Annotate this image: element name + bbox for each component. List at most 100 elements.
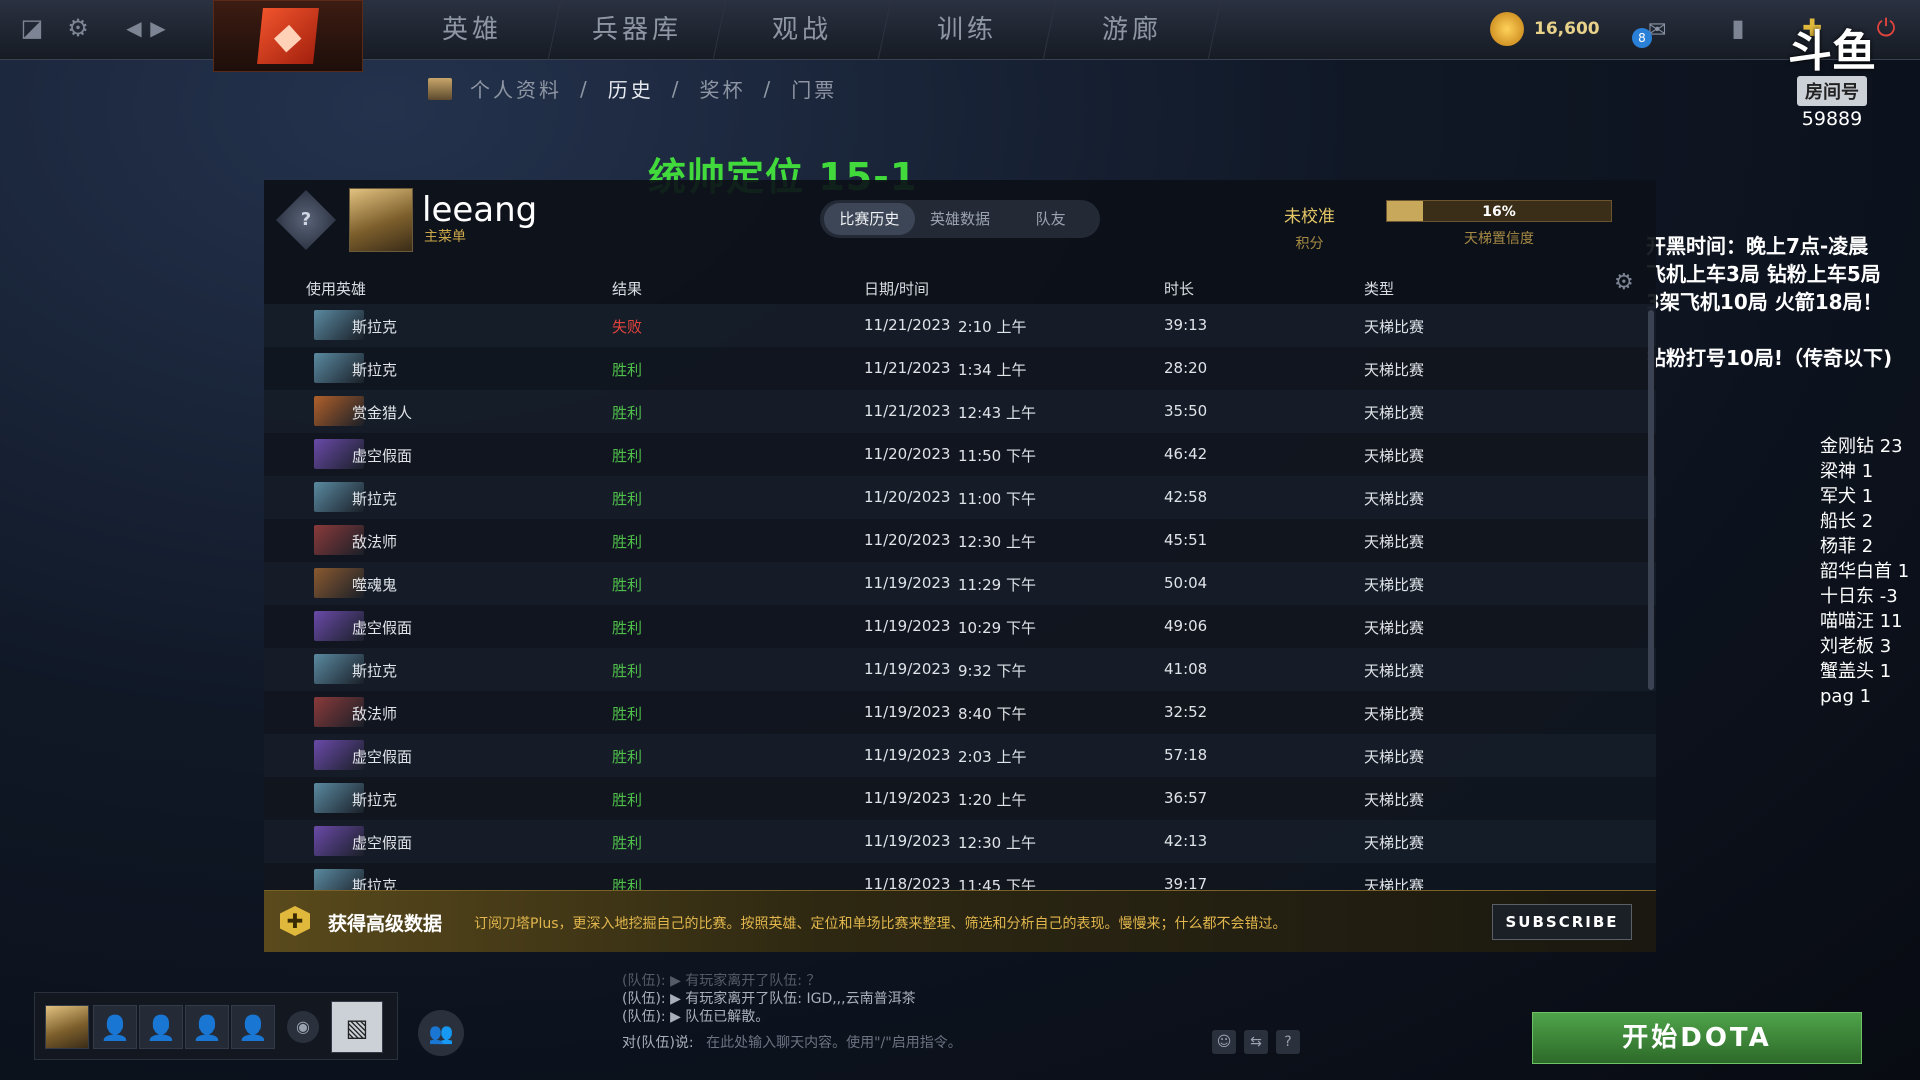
- friends-icon[interactable]: 👥: [418, 1010, 464, 1056]
- table-row[interactable]: 虚空假面 胜利 11/19/2023 12:30 上午 42:13 天梯比赛: [264, 820, 1656, 863]
- table-row[interactable]: 虚空假面 胜利 11/20/2023 11:50 下午 46:42 天梯比赛: [264, 433, 1656, 476]
- match-type: 天梯比赛: [1364, 791, 1425, 809]
- note-line: [1646, 316, 1920, 344]
- table-row[interactable]: 敌法师 胜利 11/20/2023 12:30 上午 45:51 天梯比赛: [264, 519, 1656, 562]
- hero-name: 敌法师: [352, 705, 398, 723]
- inventory-icon[interactable]: ▮: [1724, 14, 1752, 42]
- match-date: 11/19/2023: [864, 574, 951, 592]
- match-result: 胜利: [612, 834, 643, 852]
- table-row[interactable]: 斯拉克 胜利 11/19/2023 1:20 上午 36:57 天梯比赛: [264, 777, 1656, 820]
- nav-watch-label: 观战: [771, 15, 832, 45]
- crumb-trophies[interactable]: 奖杯: [700, 74, 746, 103]
- party-bar: 👤 👤 👤 👤 ◉ ▧: [34, 992, 398, 1060]
- table-row[interactable]: 斯拉克 胜利 11/20/2023 11:00 下午 42:58 天梯比赛: [264, 476, 1656, 519]
- match-duration: 49:06: [1164, 617, 1208, 635]
- match-duration: 36:57: [1164, 789, 1208, 807]
- score-item: 十日东 -3: [1820, 586, 1898, 607]
- match-duration: 42:58: [1164, 488, 1208, 506]
- party-slot-empty[interactable]: 👤: [139, 1005, 183, 1049]
- main-nav: 英雄 兵器库 观战 训练 游廊: [383, 0, 1222, 60]
- col-result[interactable]: 结果: [612, 278, 642, 299]
- note-line: 飞机上车3局 钻粉上车5局: [1646, 262, 1881, 286]
- party-slot-empty[interactable]: 👤: [231, 1005, 275, 1049]
- note-line: 开黑时间：晚上7点-凌晨: [1646, 234, 1869, 258]
- col-duration[interactable]: 时长: [1164, 278, 1194, 299]
- party-slot-self[interactable]: [45, 1005, 89, 1049]
- col-datetime[interactable]: 日期/时间: [864, 278, 929, 299]
- match-date: 11/20/2023: [864, 531, 951, 549]
- match-duration: 45:51: [1164, 531, 1208, 549]
- hero-name: 虚空假面: [352, 447, 413, 465]
- party-slot-empty[interactable]: 👤: [185, 1005, 229, 1049]
- score-item: 军犬 1: [1820, 486, 1874, 507]
- match-date: 11/19/2023: [864, 789, 951, 807]
- chat-wheel-icon[interactable]: ⇆: [1244, 1030, 1268, 1054]
- hero-name: 斯拉克: [352, 318, 398, 336]
- party-slot-empty[interactable]: 👤: [93, 1005, 137, 1049]
- player-name: leeang: [422, 190, 538, 230]
- match-time: 8:40 下午: [958, 705, 1027, 723]
- forward-arrow-icon[interactable]: ▶: [144, 14, 172, 42]
- table-row[interactable]: 斯拉克 胜利 11/21/2023 1:34 上午 28:20 天梯比赛: [264, 347, 1656, 390]
- voice-icon[interactable]: ◉: [287, 1011, 319, 1043]
- promo-title: 获得高级数据: [328, 913, 443, 935]
- shards-value: 16,600: [1534, 19, 1600, 39]
- match-list-scrollbar[interactable]: [1648, 310, 1654, 690]
- nav-learn[interactable]: 训练: [878, 0, 1057, 60]
- match-date: 11/21/2023: [864, 402, 951, 420]
- match-time: 9:32 下午: [958, 662, 1027, 680]
- chat-input[interactable]: 对(队伍)说: 在此处输入聊天内容。使用"/"启用指令。: [622, 1032, 1302, 1054]
- shards-counter[interactable]: 16,600: [1490, 12, 1600, 46]
- crumb-profile[interactable]: 个人资料: [470, 74, 562, 103]
- table-row[interactable]: 虚空假面 胜利 11/19/2023 10:29 下午 49:06 天梯比赛: [264, 605, 1656, 648]
- col-type[interactable]: 类型: [1364, 278, 1394, 299]
- nav-armory[interactable]: 兵器库: [548, 0, 727, 60]
- subscribe-button[interactable]: SUBSCRIBE: [1492, 904, 1632, 940]
- emoji-icon[interactable]: ☺: [1212, 1030, 1236, 1054]
- match-type: 天梯比赛: [1364, 490, 1425, 508]
- match-type: 天梯比赛: [1364, 361, 1425, 379]
- crumb-tickets[interactable]: 门票: [791, 74, 837, 103]
- table-row[interactable]: 敌法师 胜利 11/19/2023 8:40 下午 32:52 天梯比赛: [264, 691, 1656, 734]
- table-row[interactable]: 赏金猎人 胜利 11/21/2023 12:43 上午 35:50 天梯比赛: [264, 390, 1656, 433]
- dashboard-icon[interactable]: ◪: [18, 14, 46, 42]
- plus-promo-banner: ✚ 获得高级数据 订阅刀塔Plus，更深入地挖掘自己的比赛。按照英雄、定位和单场…: [264, 890, 1656, 952]
- match-result: 胜利: [612, 447, 643, 465]
- dota-logo-button[interactable]: ◆: [213, 0, 363, 72]
- tab-match-history[interactable]: 比赛历史: [824, 203, 915, 235]
- help-icon[interactable]: ?: [1276, 1030, 1300, 1054]
- tab-hero-stats[interactable]: 英雄数据: [915, 203, 1006, 235]
- match-result: 胜利: [612, 533, 643, 551]
- table-row[interactable]: 斯拉克 失败 11/21/2023 2:10 上午 39:13 天梯比赛: [264, 304, 1656, 347]
- match-type: 天梯比赛: [1364, 834, 1425, 852]
- chat-line: (队伍): ▶ 有玩家离开了队伍: ？: [622, 973, 821, 989]
- hero-name: 虚空假面: [352, 834, 413, 852]
- match-type: 天梯比赛: [1364, 619, 1425, 637]
- party-options-icon[interactable]: ▧: [331, 1001, 383, 1053]
- chat-line: (队伍): ▶ 有玩家离开了队伍: IGD,,,云南普洱茶: [622, 991, 916, 1007]
- table-row[interactable]: 斯拉克 胜利 11/19/2023 9:32 下午 41:08 天梯比赛: [264, 648, 1656, 691]
- confidence-meter: 16% 天梯置信度: [1386, 200, 1612, 248]
- crumb-history[interactable]: 历史: [608, 74, 654, 103]
- hero-name: 敌法师: [352, 533, 398, 551]
- nav-heroes[interactable]: 英雄: [383, 0, 562, 60]
- notifications-button[interactable]: ✉ 8: [1632, 18, 1678, 48]
- match-time: 12:30 上午: [958, 834, 1036, 852]
- play-dota-button[interactable]: 开始DOTA: [1532, 1012, 1862, 1064]
- room-label: 房间号: [1797, 76, 1867, 106]
- match-result: 胜利: [612, 576, 643, 594]
- tab-teammates[interactable]: 队友: [1005, 203, 1096, 235]
- shard-coin-icon: [1490, 12, 1524, 46]
- avatar[interactable]: [349, 188, 413, 252]
- table-row[interactable]: 虚空假面 胜利 11/19/2023 2:03 上午 57:18 天梯比赛: [264, 734, 1656, 777]
- nav-watch[interactable]: 观战: [713, 0, 892, 60]
- score-item: pag 1: [1820, 686, 1872, 707]
- settings-gear-icon[interactable]: ⚙: [64, 14, 92, 42]
- table-row[interactable]: 噬魂鬼 胜利 11/19/2023 11:29 下午 50:04 天梯比赛: [264, 562, 1656, 605]
- crumb-separator: /: [671, 76, 682, 101]
- stream-note: 开黑时间：晚上7点-凌晨 飞机上车3局 钻粉上车5局 3架飞机10局 火箭18局…: [1646, 232, 1920, 372]
- rank-medal-icon: ?: [276, 190, 336, 250]
- col-hero[interactable]: 使用英雄: [306, 278, 366, 299]
- nav-armory-label: 兵器库: [591, 15, 682, 45]
- nav-arcade[interactable]: 游廊: [1043, 0, 1222, 60]
